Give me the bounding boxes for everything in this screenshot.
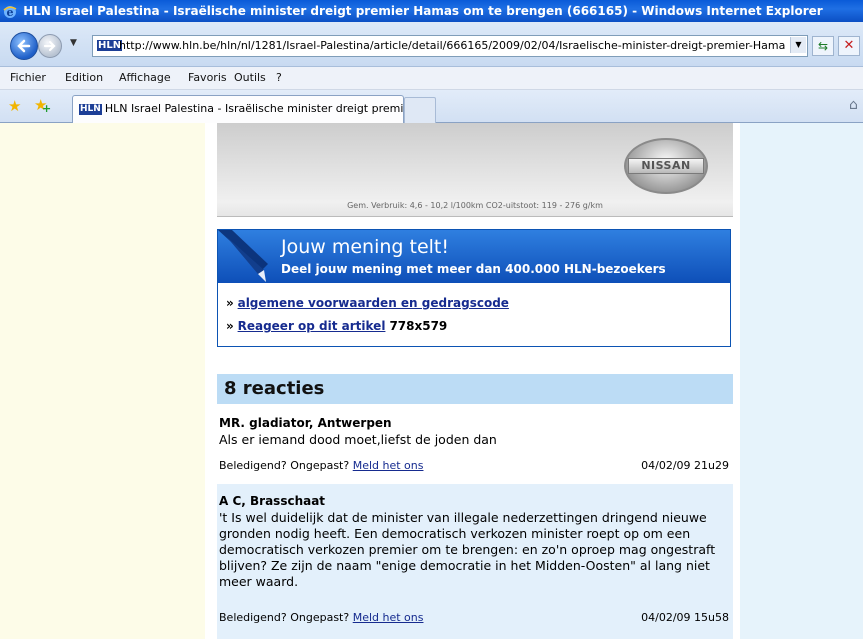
ad-disclaimer: Gem. Verbruik: 4,6 - 10,2 l/100km CO2-ui… xyxy=(347,201,603,210)
home-icon[interactable]: ⌂ xyxy=(849,97,858,113)
address-dropdown-icon[interactable]: ▼ xyxy=(790,37,806,53)
bullet-arrow: » xyxy=(226,296,234,310)
menu-bar: Fichier Edition Affichage Favoris Outils… xyxy=(0,67,863,90)
back-arrow-icon[interactable] xyxy=(10,32,38,60)
ie-logo-icon: e xyxy=(3,4,17,19)
tab-favicon: HLN xyxy=(79,103,102,115)
report-prefix: Beledigend? Ongepast? xyxy=(219,459,350,472)
report-link[interactable]: Meld het ons xyxy=(353,459,424,472)
opinion-subtitle: Deel jouw mening met meer dan 400.000 HL… xyxy=(281,262,666,276)
comment-author: MR. gladiator, Antwerpen xyxy=(219,416,392,430)
refresh-icon[interactable]: ⇆ xyxy=(812,36,834,56)
menu-favoris[interactable]: Favoris xyxy=(188,67,227,89)
reactions-header: 8 reacties xyxy=(217,374,733,404)
comment-footer: Beledigend? Ongepast? Meld het ons 04/02… xyxy=(219,459,729,472)
new-tab-button[interactable] xyxy=(404,97,436,123)
tab-hln-article[interactable]: HLN HLN Israel Palestina - Israëlische mi… xyxy=(72,95,404,123)
comment-item: MR. gladiator, Antwerpen Als er iemand d… xyxy=(217,412,733,476)
forward-arrow-icon[interactable] xyxy=(38,34,62,58)
comment-date: 04/02/09 15u58 xyxy=(641,611,729,624)
bullet-arrow: » xyxy=(226,319,234,333)
react-link[interactable]: Reageer op dit artikel xyxy=(238,319,386,333)
nissan-brand: NISSAN xyxy=(628,158,704,174)
menu-fichier[interactable]: Fichier xyxy=(10,67,46,89)
tab-label: HLN Israel Palestina - Israëlische minis… xyxy=(104,102,404,115)
history-dropdown-icon[interactable]: ▼ xyxy=(70,38,77,48)
comment-author: A C, Brasschaat xyxy=(219,494,326,508)
comment-body: 't Is wel duidelijk dat de minister van … xyxy=(219,510,716,589)
terms-link[interactable]: algemene voorwaarden en gedragscode xyxy=(238,296,509,310)
dimension-note: 778x579 xyxy=(389,319,448,333)
navigation-bar: ▼ HLN http://www.hln.be/hln/nl/1281/Isra… xyxy=(0,22,863,67)
window-title: HLN Israel Palestina - Israëlische minis… xyxy=(23,4,823,18)
right-column xyxy=(740,123,863,639)
address-bar[interactable]: HLN http://www.hln.be/hln/nl/1281/Israel… xyxy=(92,35,808,57)
reactions-count: 8 reacties xyxy=(224,378,325,399)
comment-item: A C, Brasschaat 't Is wel duidelijk dat … xyxy=(217,484,733,639)
nissan-logo[interactable]: NISSAN xyxy=(624,138,708,194)
window-title-bar[interactable]: e HLN Israel Palestina - Israëlische min… xyxy=(0,0,863,22)
left-column xyxy=(0,123,205,639)
terms-link-row: » algemene voorwaarden en gedragscode xyxy=(226,296,509,310)
comment-body: Als er iemand dood moet,liefst de joden … xyxy=(219,432,497,447)
opinion-box: Jouw mening telt! Deel jouw mening met m… xyxy=(217,229,731,347)
page-viewport[interactable]: NISSAN Gem. Verbruik: 4,6 - 10,2 l/100km… xyxy=(0,123,863,639)
menu-outils[interactable]: Outils xyxy=(234,67,266,89)
react-link-row: » Reageer op dit artikel 778x579 xyxy=(226,319,447,333)
comment-footer: Beledigend? Ongepast? Meld het ons 04/02… xyxy=(219,611,729,624)
add-favorite-icon[interactable]: ★ + xyxy=(34,96,51,115)
report-prefix: Beledigend? Ongepast? xyxy=(219,611,350,624)
menu-help[interactable]: ? xyxy=(276,67,282,89)
stop-icon[interactable]: ✕ xyxy=(838,36,860,56)
address-url[interactable]: http://www.hln.be/hln/nl/1281/Israel-Pal… xyxy=(119,38,785,54)
favorites-star-icon[interactable]: ★ xyxy=(8,97,21,115)
opinion-header: Jouw mening telt! Deel jouw mening met m… xyxy=(218,230,730,283)
tab-bar: ★ ★ + HLN HLN Israel Palestina - Israëlisc… xyxy=(0,90,863,123)
menu-affichage[interactable]: Affichage xyxy=(119,67,171,89)
pen-icon xyxy=(218,230,268,282)
comment-date: 04/02/09 21u29 xyxy=(641,459,729,472)
report-link[interactable]: Meld het ons xyxy=(353,611,424,624)
menu-edition[interactable]: Edition xyxy=(65,67,103,89)
opinion-title: Jouw mening telt! xyxy=(281,236,449,258)
